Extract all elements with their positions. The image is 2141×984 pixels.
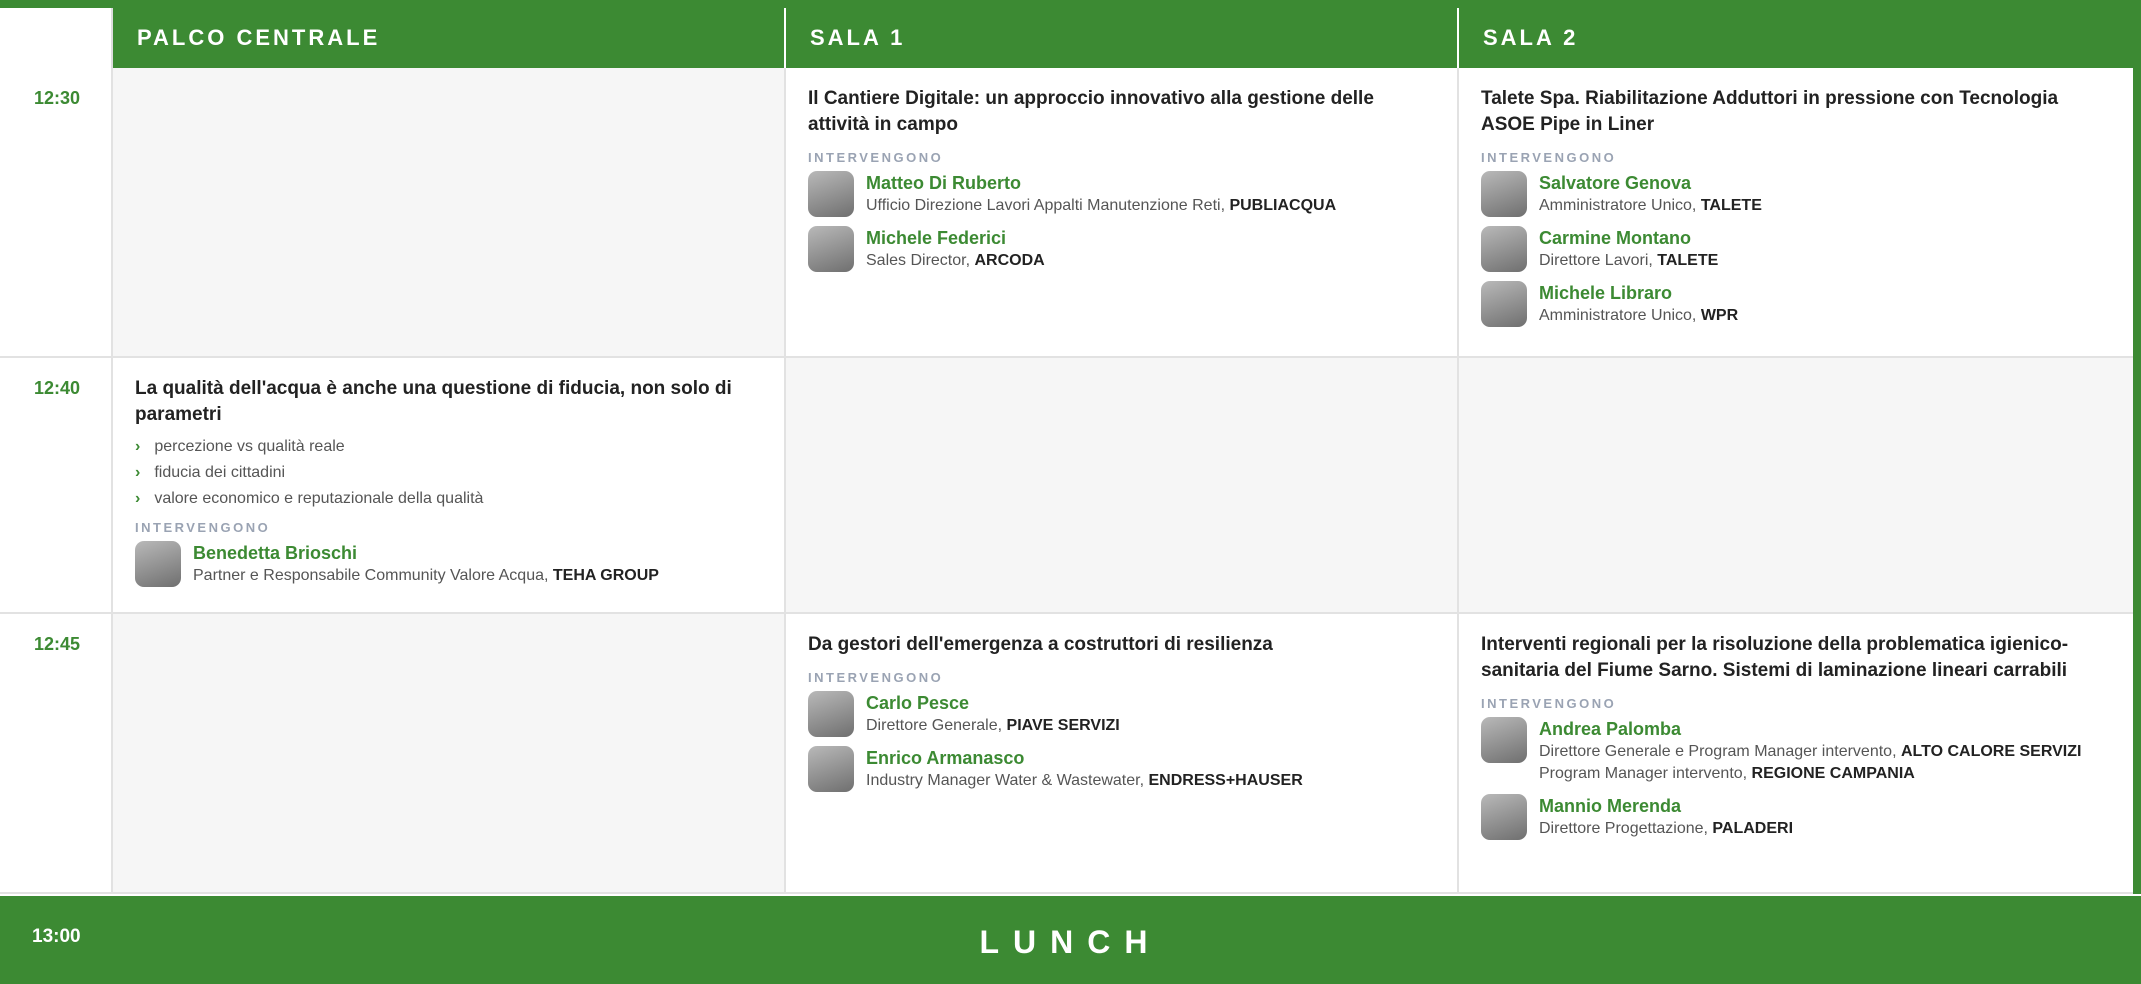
- speaker-avatar: [808, 171, 854, 217]
- column-header-palco-centrale: PALCO CENTRALE: [113, 8, 786, 68]
- topic-item: › valore economico e reputazionale della …: [135, 490, 484, 507]
- speaker-avatar: [1481, 717, 1527, 763]
- speaker[interactable]: Mannio Merenda Direttore Progettazione, …: [1481, 794, 2109, 840]
- right-accent-bar: [2133, 8, 2141, 894]
- chevron-right-icon: ›: [135, 490, 141, 507]
- session-title: Da gestori dell'emergenza a costruttori …: [808, 634, 1273, 655]
- speaker-role: Ufficio Direzione Lavori Appalti Manuten…: [866, 197, 1337, 214]
- speaker-name[interactable]: Michele Federici: [866, 226, 1045, 250]
- speaker-avatar: [1481, 281, 1527, 327]
- speaker-avatar: [808, 746, 854, 792]
- speaker-name[interactable]: Enrico Armanasco: [866, 746, 1303, 770]
- speaker[interactable]: Matteo Di Ruberto Ufficio Direzione Lavo…: [808, 171, 1433, 217]
- time-label: 12:45: [0, 614, 113, 894]
- speaker-name[interactable]: Salvatore Genova: [1539, 171, 1762, 195]
- speaker[interactable]: Salvatore Genova Amministratore Unico, T…: [1481, 171, 2109, 217]
- session-title: Il Cantiere Digitale: un approccio innov…: [808, 88, 1374, 135]
- speaker[interactable]: Carlo Pesce Direttore Generale, PIAVE SE…: [808, 691, 1433, 737]
- speaker-avatar: [1481, 794, 1527, 840]
- speakers-heading: INTERVENGONO: [1481, 150, 1617, 165]
- session-card[interactable]: Interventi regionali per la risoluzione …: [1459, 614, 2133, 894]
- time-label: 12:40: [0, 358, 113, 614]
- speaker-org: REGIONE CAMPANIA: [1751, 765, 1915, 782]
- speaker[interactable]: Andrea Palomba Direttore Generale e Prog…: [1481, 717, 2109, 785]
- speaker-role: Partner e Responsabile Community Valore …: [193, 567, 659, 584]
- empty-slot: [1459, 358, 2133, 614]
- topic-item: › percezione vs qualità reale: [135, 438, 345, 455]
- speaker[interactable]: Michele Libraro Amministratore Unico, WP…: [1481, 281, 2109, 327]
- speakers-heading: INTERVENGONO: [135, 520, 271, 535]
- session-card[interactable]: Talete Spa. Riabilitazione Adduttori in …: [1459, 68, 2133, 358]
- speaker-role: Amministratore Unico, TALETE: [1539, 197, 1762, 214]
- speaker-name[interactable]: Michele Libraro: [1539, 281, 1738, 305]
- speaker-name[interactable]: Matteo Di Ruberto: [866, 171, 1336, 195]
- speakers-heading: INTERVENGONO: [808, 670, 944, 685]
- speaker-name[interactable]: Benedetta Brioschi: [193, 541, 659, 565]
- agenda-grid: PALCO CENTRALE SALA 1 SALA 2 12:30 Il Ca…: [0, 0, 2141, 984]
- speaker-name[interactable]: Andrea Palomba: [1539, 717, 2081, 741]
- speakers-heading: INTERVENGONO: [808, 150, 944, 165]
- speaker[interactable]: Carmine Montano Direttore Lavori, TALETE: [1481, 226, 2109, 272]
- speaker-org: TEHA GROUP: [552, 567, 659, 584]
- chevron-right-icon: ›: [135, 464, 141, 481]
- empty-slot: [786, 358, 1459, 614]
- session-title: Interventi regionali per la risoluzione …: [1481, 634, 2069, 681]
- top-accent-bar: [0, 0, 2141, 8]
- speaker-org: WPR: [1700, 307, 1739, 324]
- speakers-heading: INTERVENGONO: [1481, 696, 1617, 711]
- speaker-org: TALETE: [1700, 197, 1762, 214]
- speaker-role: Industry Manager Water & Wastewater, END…: [866, 772, 1303, 789]
- speaker-role: Direttore Generale e Program Manager int…: [1539, 743, 2082, 760]
- session-card[interactable]: Da gestori dell'emergenza a costruttori …: [786, 614, 1459, 894]
- speaker-org: ARCODA: [974, 252, 1045, 269]
- session-title: La qualità dell'acqua è anche una questi…: [135, 378, 732, 425]
- speaker-name[interactable]: Carmine Montano: [1539, 226, 1718, 250]
- lunch-banner: 13:00 LUNCH: [0, 894, 2141, 984]
- column-header-sala-2: SALA 2: [1459, 8, 2133, 68]
- speaker-org: PIAVE SERVIZI: [1006, 717, 1120, 734]
- topic-item: › fiducia dei cittadini: [135, 464, 286, 481]
- speaker-org: ENDRESS+HAUSER: [1148, 772, 1303, 789]
- speaker-avatar: [808, 691, 854, 737]
- speaker-name[interactable]: Carlo Pesce: [866, 691, 1120, 715]
- speaker-role: Direttore Generale, PIAVE SERVIZI: [866, 717, 1120, 734]
- time-column-header: [0, 8, 113, 68]
- speaker-name[interactable]: Mannio Merenda: [1539, 794, 1793, 818]
- speaker[interactable]: Enrico Armanasco Industry Manager Water …: [808, 746, 1433, 792]
- topic-list: › percezione vs qualità reale › fiducia de…: [135, 434, 760, 512]
- speaker[interactable]: Michele Federici Sales Director, ARCODA: [808, 226, 1433, 272]
- time-label: 12:30: [0, 68, 113, 358]
- empty-slot: [113, 68, 786, 358]
- speaker-org: PALADERI: [1712, 820, 1794, 837]
- speaker-avatar: [1481, 226, 1527, 272]
- speaker-role: Sales Director, ARCODA: [866, 252, 1045, 269]
- chevron-right-icon: ›: [135, 438, 141, 455]
- speaker-role: Amministratore Unico, WPR: [1539, 307, 1739, 324]
- session-card[interactable]: La qualità dell'acqua è anche una questi…: [113, 358, 786, 614]
- speaker-avatar: [135, 541, 181, 587]
- speaker-role: Direttore Progettazione, PALADERI: [1539, 820, 1794, 837]
- session-card[interactable]: Il Cantiere Digitale: un approccio innov…: [786, 68, 1459, 358]
- speaker-role-secondary: Program Manager intervento, REGIONE CAMP…: [1539, 765, 1915, 782]
- empty-slot: [113, 614, 786, 894]
- speaker-org: TALETE: [1657, 252, 1719, 269]
- lunch-label: LUNCH: [979, 924, 1162, 960]
- speaker-org: PUBLIACQUA: [1229, 197, 1337, 214]
- session-title: Talete Spa. Riabilitazione Adduttori in …: [1481, 88, 2059, 135]
- speaker-role: Direttore Lavori, TALETE: [1539, 252, 1719, 269]
- speaker-avatar: [1481, 171, 1527, 217]
- speaker-avatar: [808, 226, 854, 272]
- speaker[interactable]: Benedetta Brioschi Partner e Responsabil…: [135, 541, 760, 587]
- column-header-sala-1: SALA 1: [786, 8, 1459, 68]
- speaker-org: ALTO CALORE SERVIZI: [1900, 743, 2082, 760]
